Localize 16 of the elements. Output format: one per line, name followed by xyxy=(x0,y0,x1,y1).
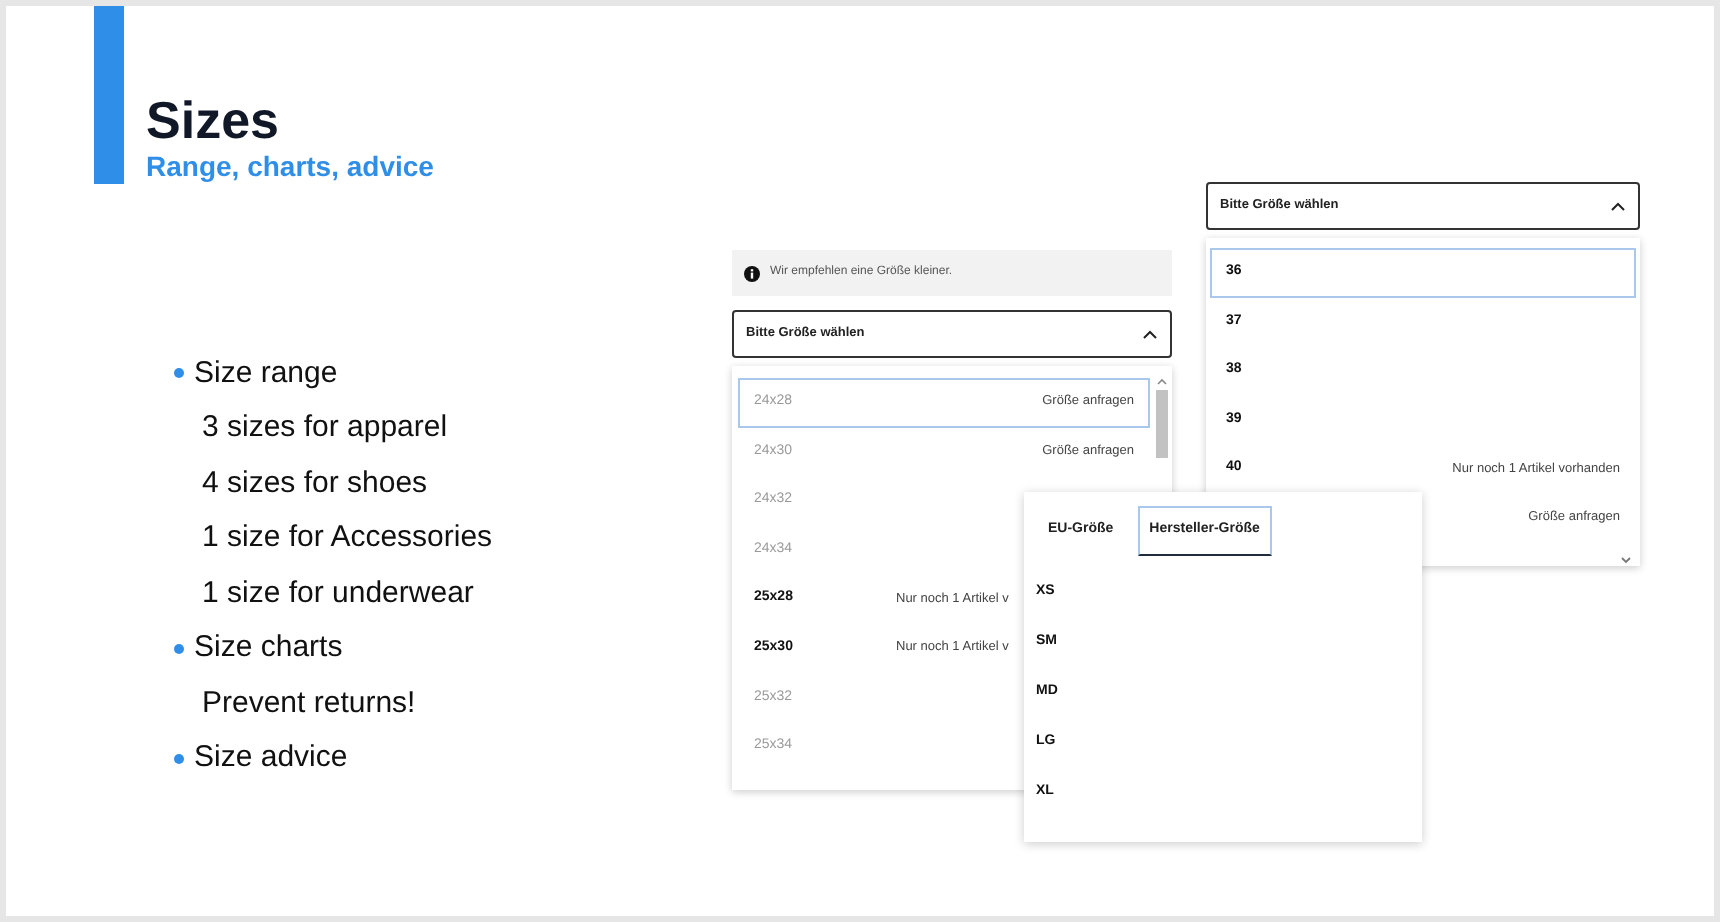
bullet-text: Prevent returns! xyxy=(202,683,416,723)
bullet-icon xyxy=(174,368,184,379)
bullet-text: Size charts xyxy=(194,628,343,668)
slide-subtitle: Range, charts, advice xyxy=(146,150,434,184)
bullet-text: 3 sizes for apparel xyxy=(202,408,448,448)
scrollbar-drawing[interactable] xyxy=(1154,378,1170,458)
bullet-text: 1 size for underwear xyxy=(202,573,474,613)
slide-title: Sizes xyxy=(146,90,281,150)
bullet-text: 1 size for Accessories xyxy=(202,518,493,558)
bullet-text: Size advice xyxy=(194,738,348,778)
bullet-icon xyxy=(174,753,184,764)
scroll-down-icon[interactable] xyxy=(1620,556,1632,564)
bullet-icon xyxy=(174,643,184,654)
bullet-text: 4 sizes for shoes xyxy=(202,463,428,503)
info-icon xyxy=(744,265,760,281)
bullet-text: Size range xyxy=(194,353,338,393)
